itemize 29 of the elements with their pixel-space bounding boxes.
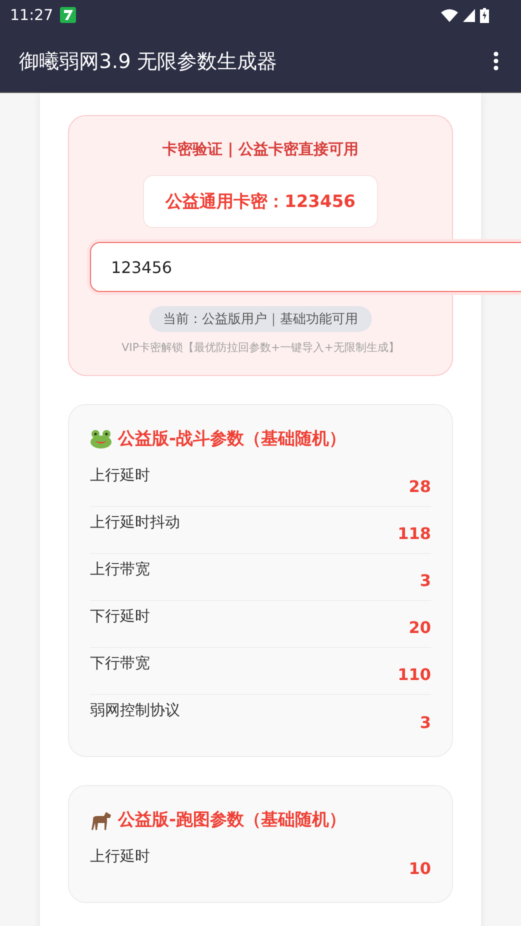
app-title: 御曦弱网3.9 无限参数生成器 <box>19 48 278 74</box>
card-title: 卡密验证 | 公益卡密直接可用 <box>162 140 360 159</box>
parameter-value: 10 <box>408 859 431 878</box>
parameter-value: 3 <box>420 713 431 732</box>
parameter-label: 下行带宽 <box>90 654 150 674</box>
parameter-label: 上行延时 <box>90 847 150 867</box>
parameter-value: 28 <box>408 477 431 496</box>
key-input-field[interactable]: 123456 <box>90 242 521 292</box>
vip-note: VIP卡密解锁【最优防拉回参数+一键导入+无限制生成】 <box>120 340 400 355</box>
frog-icon <box>90 428 112 448</box>
status-time: 11:27 <box>10 6 54 24</box>
parameter-value: 110 <box>398 665 431 684</box>
parameter-label: 下行延时 <box>90 607 150 627</box>
more-options-icon[interactable] <box>493 51 499 71</box>
section-title: 公益版-战斗参数（基础随机） <box>118 428 346 450</box>
parameter-label: 上行带宽 <box>90 560 150 580</box>
wifi-icon <box>441 8 458 22</box>
parameter-value: 20 <box>408 618 431 637</box>
public-key-label: 公益通用卡密：123456 <box>142 175 378 228</box>
signal-icon <box>463 8 475 22</box>
parameter-label: 上行延时 <box>90 466 150 486</box>
battery-icon <box>480 8 489 22</box>
parameter-label: 弱网控制协议 <box>90 701 180 721</box>
parameter-label: 上行延时抖动 <box>90 513 180 533</box>
parameter-value: 3 <box>420 571 431 590</box>
notification-app-icon <box>60 7 76 23</box>
section-title: 公益版-跑图参数（基础随机） <box>118 809 346 831</box>
parameter-value: 118 <box>398 524 431 543</box>
user-status-badge: 当前：公益版用户｜基础功能可用 <box>149 306 372 332</box>
